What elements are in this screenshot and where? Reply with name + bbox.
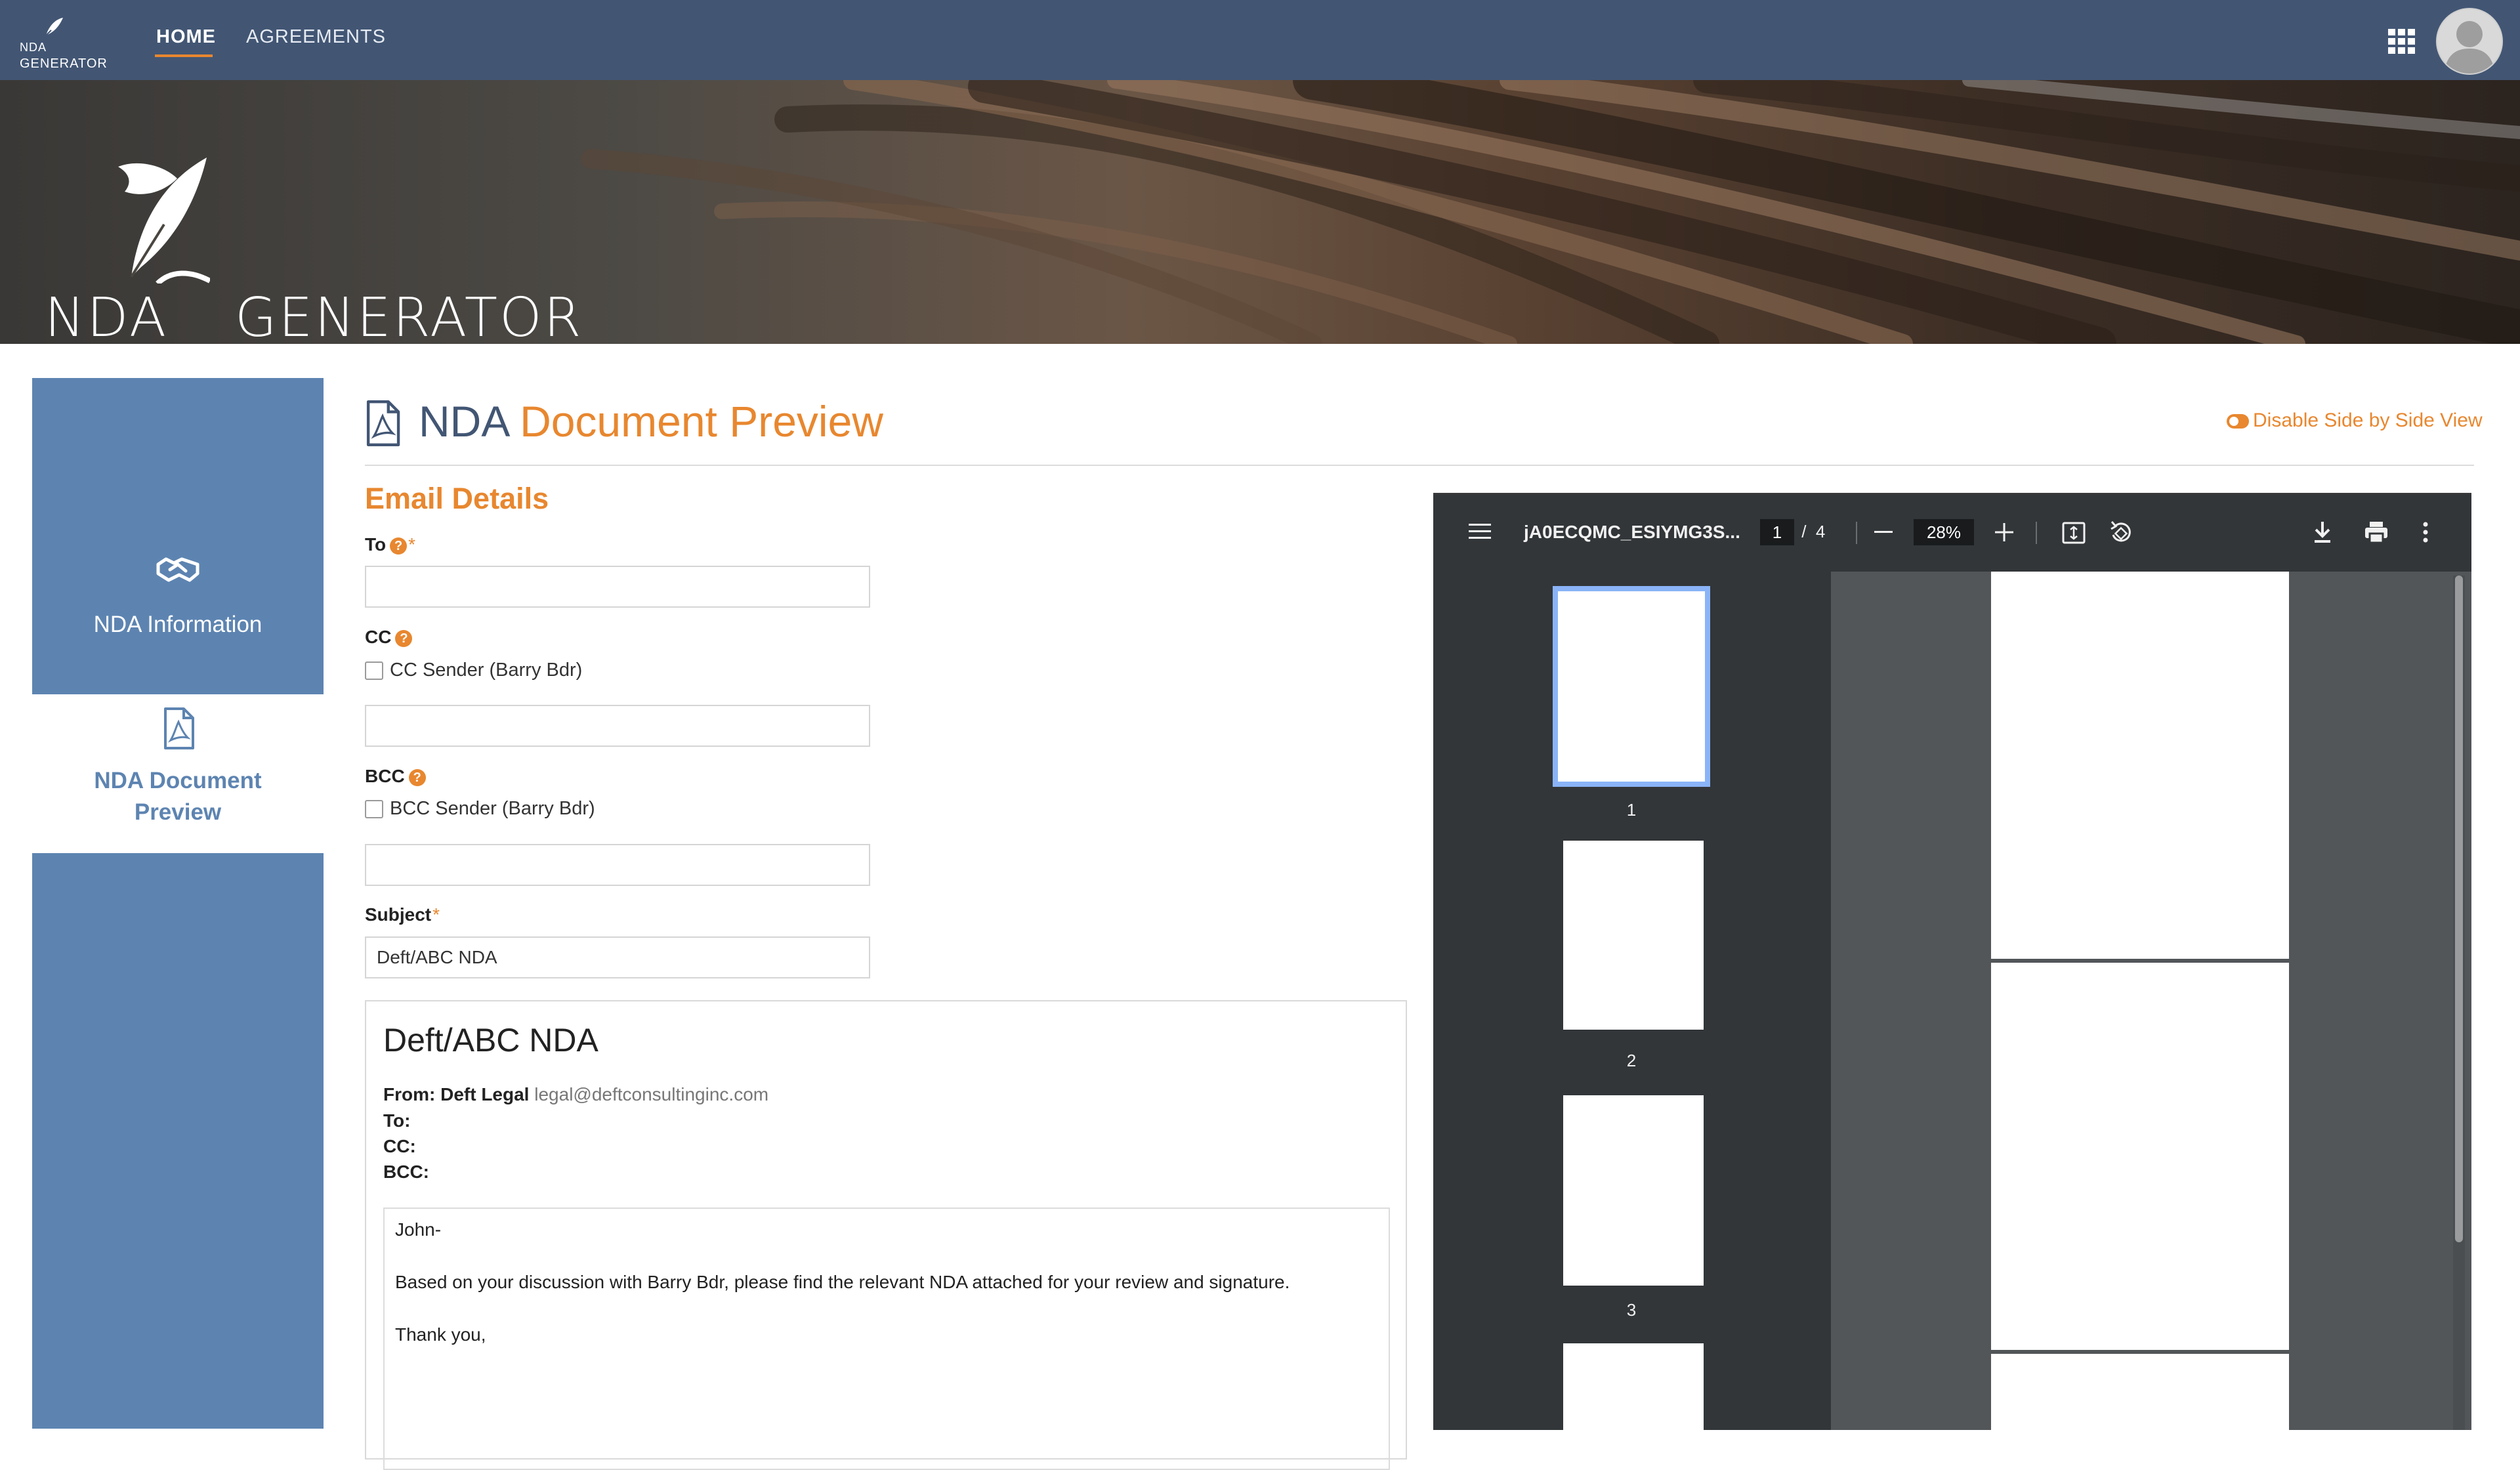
title-divider xyxy=(365,465,2474,466)
pdf-page xyxy=(1991,963,2289,1350)
pdf-viewer: jA0ECQMC_ESIYMG3S... 1 / 4 28% 1 2 3 xyxy=(1433,493,2471,1430)
hero-banner: NDA GENERATOR xyxy=(0,80,2520,344)
email-body-closing: Thank you, xyxy=(395,1324,486,1345)
pdf-page-total: / 4 xyxy=(1797,522,1825,542)
sidebar-item-nda-document-preview[interactable]: NDA Document Preview xyxy=(32,694,324,853)
user-avatar[interactable] xyxy=(2436,8,2503,75)
pdf-page xyxy=(1991,572,2289,959)
email-from-name: Deft Legal xyxy=(440,1084,530,1104)
user-silhouette-icon xyxy=(2444,21,2495,74)
pdf-thumbnail-number: 3 xyxy=(1626,1300,1637,1320)
pdf-thumbnail-page-3[interactable] xyxy=(1563,1095,1704,1286)
quill-icon xyxy=(45,18,63,36)
bcc-input[interactable] xyxy=(365,844,870,886)
top-nav: NDA GENERATOR HOME AGREEMENTS xyxy=(0,0,2520,80)
cc-label: CC? xyxy=(365,627,413,648)
to-label: To? * xyxy=(365,534,415,555)
nav-active-underline xyxy=(155,54,213,57)
nav-logo-line2: GENERATOR xyxy=(20,56,108,71)
subject-label-text: Subject xyxy=(365,904,432,925)
help-icon[interactable]: ? xyxy=(390,537,408,555)
email-from-label: From: xyxy=(383,1084,436,1104)
banner-brand-right: GENERATOR xyxy=(235,287,583,344)
menu-icon[interactable] xyxy=(1469,522,1491,541)
cc-sender-checkbox[interactable] xyxy=(365,662,383,680)
required-mark: * xyxy=(432,904,440,925)
pdf-page xyxy=(1991,1354,2289,1430)
sidebar-item-label: NDA Document Preview xyxy=(94,768,262,825)
nav-logo-line1: NDA xyxy=(20,41,47,54)
email-bcc-line: BCC: xyxy=(383,1162,429,1182)
toggle-label: Disable Side by Side View xyxy=(2253,410,2483,431)
cc-sender-checkbox-row[interactable]: CC Sender (Barry Bdr) xyxy=(365,660,582,681)
nav-logo[interactable]: NDA GENERATOR xyxy=(20,14,107,71)
banner-brand-left: NDA xyxy=(45,287,169,344)
pdf-file-icon xyxy=(366,400,400,446)
pdf-thumbnail-page-1[interactable] xyxy=(1553,586,1710,787)
help-icon[interactable]: ? xyxy=(408,769,426,786)
pdf-page-input[interactable]: 1 xyxy=(1760,519,1794,545)
nav-agreements-link[interactable]: AGREEMENTS xyxy=(246,26,386,48)
pdf-thumbnail-pane: 1 2 3 xyxy=(1433,572,1831,1430)
sidebar-item-label: NDA Information xyxy=(93,612,262,637)
help-icon[interactable]: ? xyxy=(395,630,413,647)
disable-side-by-side-toggle[interactable]: Disable Side by Side View xyxy=(2227,410,2483,432)
zoom-out-icon[interactable] xyxy=(1874,531,1893,534)
bcc-label-text: BCC xyxy=(365,766,405,786)
email-to-line: To: xyxy=(383,1110,411,1131)
handshake-icon xyxy=(156,557,200,582)
to-label-text: To xyxy=(365,534,387,555)
more-options-icon[interactable] xyxy=(2423,522,2428,543)
pdf-page-separator: / xyxy=(1801,522,1807,541)
banner-brand-text: NDA GENERATOR xyxy=(45,287,583,344)
print-icon[interactable] xyxy=(2364,520,2389,544)
bcc-sender-checkbox[interactable] xyxy=(365,800,383,818)
pdf-page-count: 4 xyxy=(1815,522,1826,541)
email-body-greeting: John- xyxy=(395,1219,442,1240)
zoom-in-icon[interactable] xyxy=(1995,523,2013,541)
nav-home-link[interactable]: HOME xyxy=(156,26,216,48)
subject-label: Subject* xyxy=(365,904,440,925)
bcc-sender-checkbox-row[interactable]: BCC Sender (Barry Bdr) xyxy=(365,798,595,820)
subject-input[interactable] xyxy=(365,936,870,978)
email-body-editor[interactable]: John- Based on your discussion with Barr… xyxy=(383,1208,1390,1470)
bcc-label: BCC? xyxy=(365,766,426,787)
toolbar-separator xyxy=(2036,522,2037,544)
rotate-icon[interactable] xyxy=(2109,520,2133,545)
email-from-line: From: Deft Legal legal@deftconsultinginc… xyxy=(383,1084,768,1105)
required-mark: * xyxy=(408,534,416,555)
page-title-part2: Document Preview xyxy=(520,397,883,446)
pdf-file-icon xyxy=(164,707,194,749)
toolbar-separator xyxy=(1856,522,1857,544)
pdf-zoom-input[interactable]: 28% xyxy=(1914,519,1974,545)
pdf-scrollbar[interactable] xyxy=(2453,576,2465,1430)
pdf-scrollbar-thumb[interactable] xyxy=(2455,576,2463,1242)
pdf-viewer-toolbar: jA0ECQMC_ESIYMG3S... 1 / 4 28% xyxy=(1433,494,2471,572)
page-title-part1: NDA xyxy=(419,397,508,446)
cc-label-text: CC xyxy=(365,627,392,647)
toggle-icon xyxy=(2227,414,2249,429)
pdf-thumbnail-page-4[interactable] xyxy=(1563,1343,1704,1430)
pdf-file-name: jA0ECQMC_ESIYMG3S... xyxy=(1524,522,1740,542)
email-preview-title: Deft/ABC NDA xyxy=(383,1022,598,1059)
apps-grid-icon[interactable] xyxy=(2387,28,2417,54)
to-input[interactable] xyxy=(365,566,870,608)
email-details-heading: Email Details xyxy=(365,482,549,515)
fit-page-icon[interactable] xyxy=(2062,522,2086,544)
email-cc-line: CC: xyxy=(383,1136,416,1156)
pdf-thumbnail-number: 1 xyxy=(1626,800,1637,820)
download-icon[interactable] xyxy=(2313,520,2332,544)
bcc-sender-checkbox-label: BCC Sender (Barry Bdr) xyxy=(390,798,595,819)
email-preview-card: Deft/ABC NDA From: Deft Legal legal@deft… xyxy=(365,1000,1407,1470)
email-from-address: legal@deftconsultinginc.com xyxy=(534,1084,769,1104)
pdf-thumbnail-number: 2 xyxy=(1626,1051,1637,1070)
cc-sender-checkbox-label: CC Sender (Barry Bdr) xyxy=(390,660,583,681)
quill-logo-icon xyxy=(118,158,210,284)
email-body-paragraph: Based on your discussion with Barry Bdr,… xyxy=(395,1272,1290,1292)
pdf-thumbnail-page-2[interactable] xyxy=(1563,841,1704,1030)
sidebar: NDA Information NDA Document Preview xyxy=(32,378,324,1429)
sidebar-item-nda-information[interactable]: NDA Information xyxy=(32,378,324,694)
cc-input[interactable] xyxy=(365,705,870,747)
page-title-text: NDA Document Preview xyxy=(419,396,883,446)
